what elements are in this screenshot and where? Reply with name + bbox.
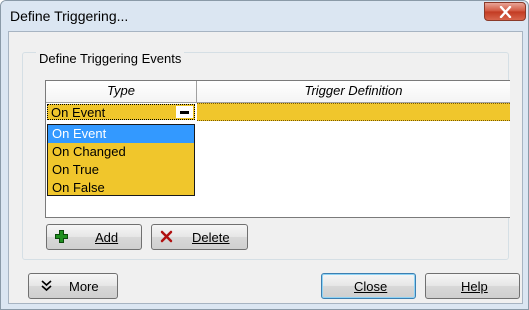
- delete-button[interactable]: Delete: [151, 224, 248, 250]
- add-button-label: Add: [95, 230, 119, 245]
- dialog-title: Define Triggering...: [10, 8, 129, 24]
- type-dropdown-list: On Event On Changed On True On False: [47, 124, 195, 196]
- combobox-dropdown-button[interactable]: [176, 106, 193, 118]
- type-combobox-value: On Event: [51, 105, 106, 120]
- more-button-label: More: [69, 279, 99, 294]
- dropdown-option-on-event[interactable]: On Event: [48, 125, 194, 143]
- double-chevron-down-icon: [41, 280, 52, 292]
- title-bar[interactable]: Define Triggering...: [1, 1, 528, 31]
- dropdown-option-on-true[interactable]: On True: [48, 161, 194, 179]
- type-combobox[interactable]: On Event: [47, 104, 195, 120]
- help-button[interactable]: Help: [425, 273, 520, 299]
- more-button[interactable]: More: [28, 273, 118, 299]
- dropdown-option-on-changed[interactable]: On Changed: [48, 143, 194, 161]
- help-button-label: Help: [461, 279, 488, 294]
- window-close-button[interactable]: [484, 2, 526, 21]
- column-header-type[interactable]: Type: [46, 81, 197, 103]
- close-button-label: Close: [354, 279, 388, 294]
- delete-button-label: Delete: [192, 230, 230, 245]
- column-header-trigger-definition[interactable]: Trigger Definition: [197, 81, 510, 103]
- red-x-icon: [160, 230, 173, 243]
- dropdown-option-on-false[interactable]: On False: [48, 179, 194, 197]
- group-label: Define Triggering Events: [36, 51, 185, 66]
- green-plus-icon: [55, 230, 68, 243]
- chevron-down-icon: [180, 111, 189, 114]
- close-icon: [499, 6, 512, 18]
- add-button[interactable]: Add: [46, 224, 142, 250]
- trigger-definition-cell[interactable]: [197, 103, 510, 121]
- close-button[interactable]: Close: [321, 273, 416, 299]
